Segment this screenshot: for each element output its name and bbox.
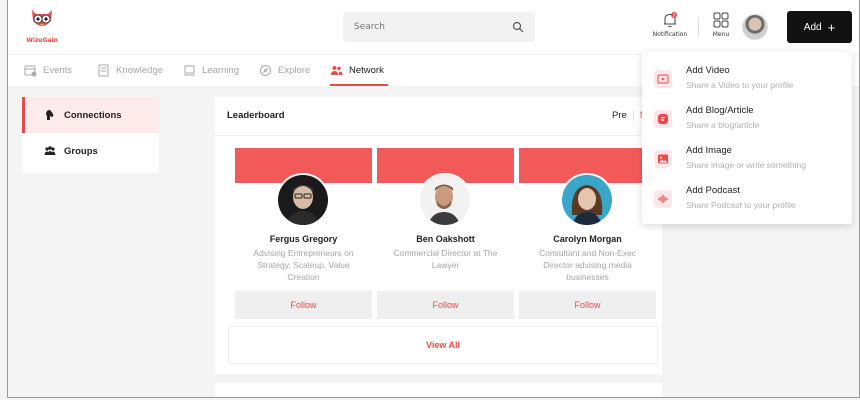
tab-label: Explore <box>278 65 311 76</box>
menu-item-subtitle: Share image or write something <box>686 160 807 170</box>
sidebar-item-label: Connections <box>64 109 122 121</box>
add-dropdown-menu: Add Video Share a Video to your profile … <box>642 52 852 224</box>
add-button-label: Add <box>803 21 822 33</box>
header-divider <box>698 17 699 37</box>
user-avatar[interactable] <box>742 14 768 40</box>
follow-button[interactable]: Follow <box>235 291 372 319</box>
leaderboard-card: Carolyn Morgan Consultant and Non-Exec D… <box>519 148 656 319</box>
compass-icon <box>260 65 271 76</box>
profile-photo-image <box>562 175 612 225</box>
menu-item-title: Add Video <box>686 65 730 76</box>
knowledge-icon <box>98 64 109 77</box>
grid-menu-icon <box>713 12 729 28</box>
owl-logo-icon <box>32 10 52 26</box>
follow-button[interactable]: Follow <box>377 291 514 319</box>
tab-network[interactable]: Network <box>330 64 384 77</box>
logo[interactable]: WizeGain <box>22 6 62 44</box>
leaderboard-panel: Leaderboard Pre Ne Fergus Gregory Advisi… <box>215 97 662 374</box>
podcast-icon <box>654 190 672 208</box>
connections-icon <box>46 110 54 120</box>
tab-label: Events <box>43 65 73 76</box>
blog-icon <box>654 110 672 128</box>
menu-item-title: Add Blog/Article <box>686 105 754 116</box>
card-name[interactable]: Ben Oakshott <box>377 234 514 244</box>
leaderboard-title: Leaderboard <box>227 110 285 121</box>
add-button[interactable]: Add + <box>787 11 852 43</box>
add-video-item[interactable]: Add Video Share a Video to your profile <box>642 60 852 100</box>
card-name[interactable]: Fergus Gregory <box>235 234 372 244</box>
add-blog-item[interactable]: Add Blog/Article Share a blog/article <box>642 100 852 140</box>
menu-item-subtitle: Share a Video to your profile <box>686 80 794 90</box>
card-description: Consultant and Non-Exec Director advisin… <box>539 248 636 282</box>
search-icon[interactable] <box>512 21 524 33</box>
calendar-icon <box>24 65 37 77</box>
profile-photo[interactable] <box>418 173 472 227</box>
app-frame: WizeGain 3 Notification <box>7 0 860 398</box>
video-icon <box>654 70 672 88</box>
top-header: WizeGain 3 Notification <box>8 0 859 54</box>
profile-photo-image <box>420 175 470 225</box>
add-image-item[interactable]: Add Image Share image or write something <box>642 140 852 180</box>
profile-photo[interactable] <box>560 173 614 227</box>
sidebar-item-connections[interactable]: Connections <box>22 97 159 133</box>
prev-button[interactable]: Pre <box>612 110 627 121</box>
tab-label: Learning <box>202 65 239 76</box>
notification-count: 3 <box>673 13 676 18</box>
tab-explore[interactable]: Explore <box>259 64 310 77</box>
card-name[interactable]: Carolyn Morgan <box>519 234 656 244</box>
plus-icon: + <box>827 19 836 35</box>
card-description: Commercial Director at The Lawyer <box>393 248 498 270</box>
secondary-panel <box>215 383 662 397</box>
network-icon <box>331 66 343 75</box>
add-podcast-item[interactable]: Add Podcast Share Podcast to your profil… <box>642 180 852 220</box>
network-sidebar: Connections Groups <box>22 97 159 173</box>
profile-photo[interactable] <box>276 173 330 227</box>
profile-photo-image <box>278 175 328 225</box>
sidebar-item-label: Groups <box>64 145 98 157</box>
leaderboard-divider <box>215 135 662 136</box>
follow-button[interactable]: Follow <box>519 291 656 319</box>
groups-icon <box>44 146 56 155</box>
menu-item-subtitle: Share Podcast to your profile <box>686 200 796 210</box>
tab-knowledge[interactable]: Knowledge <box>97 64 163 77</box>
learning-icon <box>184 65 195 76</box>
sidebar-item-groups[interactable]: Groups <box>22 133 159 169</box>
menu-button[interactable]: Menu <box>707 11 735 38</box>
tab-label: Network <box>349 65 384 76</box>
menu-item-subtitle: Share a blog/article <box>686 120 760 130</box>
logo-text: WizeGain <box>26 37 58 44</box>
menu-label: Menu <box>712 31 730 38</box>
notification-button[interactable]: 3 Notification <box>649 11 691 38</box>
leaderboard-card: Ben Oakshott Commercial Director at The … <box>377 148 514 319</box>
notification-label: Notification <box>652 31 688 38</box>
tab-label: Knowledge <box>116 65 164 76</box>
menu-item-title: Add Image <box>686 145 732 156</box>
search-input[interactable] <box>343 12 493 42</box>
pagination-divider <box>632 110 634 121</box>
image-icon <box>654 150 672 168</box>
search-box[interactable] <box>343 12 535 42</box>
active-tab-indicator <box>330 84 388 86</box>
menu-item-title: Add Podcast <box>686 185 740 196</box>
tab-events[interactable]: Events <box>24 64 72 77</box>
bell-icon: 3 <box>664 12 677 28</box>
leaderboard-card: Fergus Gregory Advising Entrepreneurs on… <box>235 148 372 319</box>
tab-learning[interactable]: Learning <box>183 64 239 77</box>
view-all-button[interactable]: View All <box>228 326 658 364</box>
card-description: Advising Entrepreneurs on Strategy, Scal… <box>253 248 354 282</box>
